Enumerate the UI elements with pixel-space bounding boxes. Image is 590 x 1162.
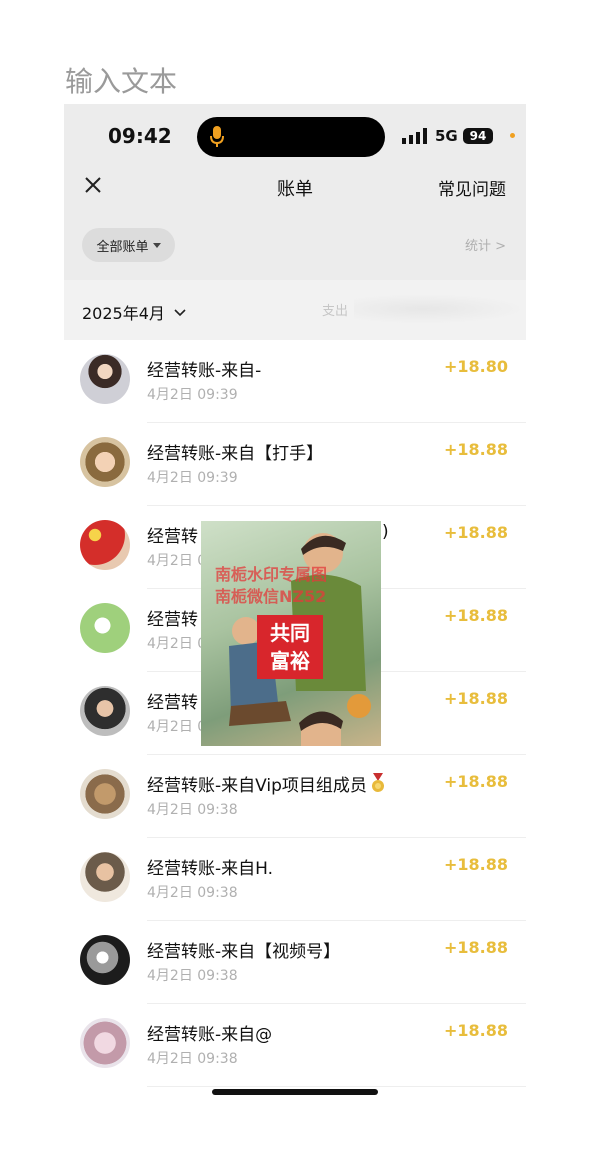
transaction-title: 经营转账-来自【视频号】 bbox=[147, 942, 341, 962]
redaction-smudge bbox=[354, 294, 526, 324]
filter-label: 全部账单 bbox=[96, 239, 149, 255]
avatar bbox=[80, 437, 130, 487]
transaction-amount: +18.88 bbox=[443, 606, 508, 625]
transaction-amount: +18.88 bbox=[443, 523, 508, 542]
transaction-amount: +18.88 bbox=[443, 855, 508, 874]
microphone-icon bbox=[210, 126, 224, 147]
transaction-row[interactable]: 经营转账-来自Vip项目组成员 4月2日 09:38 +18.88 bbox=[64, 755, 526, 838]
month-selector[interactable]: 2025年4月 bbox=[82, 300, 186, 324]
avatar bbox=[80, 852, 130, 902]
avatar bbox=[80, 520, 130, 570]
month-label: 2025年4月 bbox=[82, 304, 165, 323]
transaction-amount: +18.80 bbox=[443, 357, 508, 376]
transaction-row[interactable]: 经营转账-来自- 4月2日 09:39 +18.80 bbox=[64, 340, 526, 423]
month-bar: 2025年4月 支出 bbox=[64, 280, 526, 340]
status-time: 09:42 bbox=[108, 124, 172, 148]
close-icon[interactable] bbox=[84, 176, 102, 194]
transaction-title: 经营转 bbox=[147, 610, 198, 630]
bill-filter-dropdown[interactable]: 全部账单 bbox=[82, 228, 175, 262]
caret-down-icon bbox=[152, 242, 161, 248]
caption-text: 输入文本 bbox=[65, 65, 178, 98]
transaction-row[interactable]: 经营转账-来自@ 4月2日 09:38 +18.88 bbox=[64, 1004, 526, 1087]
transaction-time: 4月2日 0 bbox=[147, 719, 207, 735]
transaction-amount: +18.88 bbox=[443, 772, 508, 791]
avatar bbox=[80, 686, 130, 736]
transaction-row[interactable]: 经营转账-来自【打手】 4月2日 09:39 +18.88 bbox=[64, 423, 526, 506]
transaction-amount: +18.88 bbox=[443, 1021, 508, 1040]
transaction-title: 经营转账-来自H. bbox=[147, 859, 274, 879]
network-type: 5G bbox=[435, 127, 458, 145]
watermark-sticker-image: 南栀水印专属图 南栀微信NZ52 共同 富裕 bbox=[201, 521, 381, 746]
summary-label: 支出 bbox=[322, 304, 349, 319]
transaction-title: 经营转账-来自Vip项目组成员 bbox=[147, 771, 386, 796]
transaction-title: 经营转账-来自@ bbox=[147, 1025, 273, 1045]
transaction-amount: +18.88 bbox=[443, 938, 508, 957]
medal-icon bbox=[371, 773, 384, 792]
transaction-time: 4月2日 0 bbox=[147, 636, 207, 652]
avatar bbox=[80, 1018, 130, 1068]
transaction-title: 经营转 bbox=[147, 527, 198, 547]
home-indicator[interactable] bbox=[212, 1089, 378, 1095]
signal-icon bbox=[402, 128, 427, 144]
slogan-badge: 共同 富裕 bbox=[257, 615, 323, 679]
transaction-title-tail: ) bbox=[382, 522, 389, 542]
divider bbox=[147, 1086, 526, 1087]
privacy-dot bbox=[510, 133, 515, 138]
transaction-time: 4月2日 09:38 bbox=[147, 802, 238, 818]
transaction-time: 4月2日 09:38 bbox=[147, 1051, 238, 1067]
transaction-amount: +18.88 bbox=[443, 440, 508, 459]
battery-icon: 94 bbox=[463, 128, 493, 144]
avatar bbox=[80, 935, 130, 985]
avatar bbox=[80, 603, 130, 653]
transaction-row[interactable]: 经营转账-来自【视频号】 4月2日 09:38 +18.88 bbox=[64, 921, 526, 1004]
page-title: 账单 bbox=[277, 179, 313, 200]
transaction-title-text: 经营转账-来自Vip项目组成员 bbox=[147, 776, 367, 796]
badge-line-2: 富裕 bbox=[270, 649, 310, 673]
transaction-title: 经营转账-来自- bbox=[147, 361, 262, 381]
faq-link[interactable]: 常见问题 bbox=[438, 175, 506, 200]
stats-link[interactable]: 统计 > bbox=[465, 235, 506, 254]
header-area: 09:42 5G 94 账单 常见问题 全部账单 统计 > 2025年4月 支出 bbox=[64, 104, 526, 340]
transaction-title: 经营转账-来自【打手】 bbox=[147, 444, 324, 464]
avatar bbox=[80, 769, 130, 819]
watermark-text-2: 南栀微信NZ52 bbox=[215, 587, 327, 606]
transaction-time: 4月2日 0 bbox=[147, 553, 207, 569]
transaction-time: 4月2日 09:38 bbox=[147, 885, 238, 901]
transaction-row[interactable]: 经营转账-来自H. 4月2日 09:38 +18.88 bbox=[64, 838, 526, 921]
watermark-text-1: 南栀水印专属图 bbox=[215, 565, 328, 584]
chevron-down-icon bbox=[174, 309, 186, 317]
transaction-time: 4月2日 09:39 bbox=[147, 470, 238, 486]
avatar bbox=[80, 354, 130, 404]
transaction-title: 经营转 bbox=[147, 693, 198, 713]
transaction-amount: +18.88 bbox=[443, 689, 508, 708]
transaction-time: 4月2日 09:39 bbox=[147, 387, 238, 403]
dynamic-island bbox=[197, 117, 385, 157]
badge-line-1: 共同 bbox=[270, 621, 310, 645]
transaction-time: 4月2日 09:38 bbox=[147, 968, 238, 984]
